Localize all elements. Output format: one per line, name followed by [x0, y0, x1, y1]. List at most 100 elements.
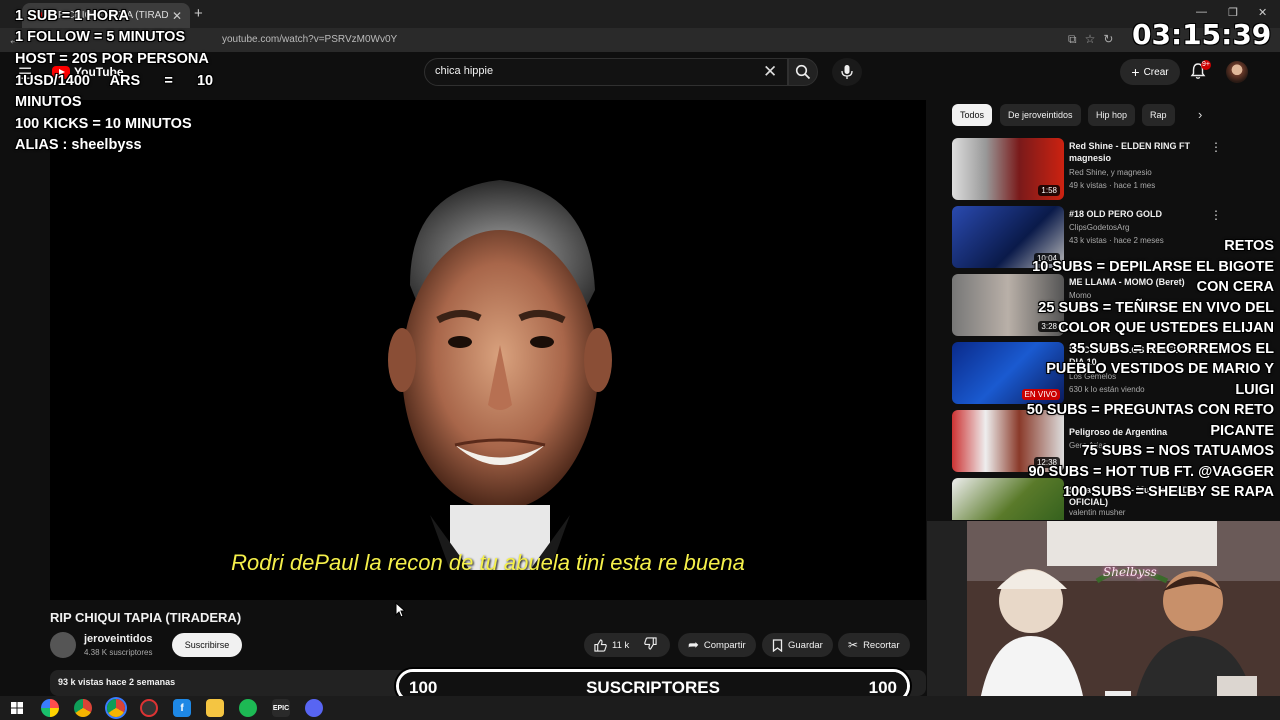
goal-label: SUSCRIPTORES — [586, 678, 720, 697]
like-count: 11 k — [612, 639, 630, 651]
overlay-minutos: MINUTOS — [15, 94, 82, 110]
url-text[interactable]: youtube.com/watch?v=PSRVzM0Wv0Y — [222, 34, 397, 45]
overlay-sub-rule: 1 SUB = 1 HORA — [15, 8, 130, 24]
user-avatar[interactable] — [1226, 61, 1248, 83]
goal-target: 100 — [868, 678, 897, 697]
chip-de-jeroveintidos[interactable]: De jeroveintidos — [1000, 104, 1081, 126]
retos-line: PUEBLO VESTIDOS DE MARIO Y — [1046, 361, 1274, 377]
video-thumbnail[interactable]: 1:58 — [952, 138, 1064, 200]
tab-close-icon[interactable]: ✕ — [172, 9, 182, 23]
dislike-button[interactable] — [644, 637, 657, 653]
chevron-right-icon[interactable]: › — [1198, 107, 1202, 122]
more-options-icon[interactable]: ⋮ — [1210, 208, 1222, 222]
chip-rap[interactable]: Rap — [1142, 104, 1175, 126]
video-frame-portrait — [388, 180, 612, 570]
browser-tab-bar: RIP CHIQUI TAPIA (TIRADERA) ✕ + — ❐ ✕ — [0, 0, 1280, 28]
retos-line: PICANTE — [1210, 422, 1274, 439]
notification-badge: 9+ — [1201, 60, 1211, 70]
microphone-icon — [841, 65, 853, 79]
plus-icon: + — [1131, 64, 1140, 80]
recommended-video-channel[interactable]: valentin musher — [1069, 508, 1125, 517]
overlay-kicks-rule: 100 KICKS = 10 MINUTOS — [15, 116, 192, 132]
obs-icon[interactable] — [140, 699, 158, 717]
retos-line: 50 SUBS = PREGUNTAS CON RETO — [1026, 402, 1274, 418]
overlay-follow-rule: 1 FOLLOW = 5 MINUTOS — [15, 29, 186, 45]
retos-line: 75 SUBS = NOS TATUAMOS — [1081, 443, 1274, 459]
recommended-video-title[interactable]: #18 OLD PERO GOLD — [1069, 208, 1214, 220]
channel-name[interactable]: jeroveintidos — [84, 633, 152, 645]
recommended-video-stats: 49 k vistas · hace 1 mes — [1069, 181, 1156, 190]
overlay-usd-rule: 1USD/1400 ARS = 10 — [15, 73, 214, 89]
share-button[interactable]: ➦ Compartir — [678, 633, 756, 657]
channel-subscriber-count: 4.38 K suscriptores — [84, 648, 153, 657]
webcam-overlay: Shelbyss — [927, 521, 1280, 720]
search-box[interactable]: ✕ — [424, 58, 788, 86]
facebook-icon[interactable]: f — [173, 699, 191, 717]
chrome-icon[interactable] — [74, 699, 92, 717]
video-player[interactable]: Rodri dePaul la recon de tu abuela tini … — [50, 100, 926, 600]
save-label: Guardar — [788, 639, 823, 651]
thumbs-up-icon — [594, 638, 607, 652]
discord-icon[interactable] — [305, 699, 323, 717]
create-label: Crear — [1143, 66, 1169, 78]
channel-avatar[interactable] — [50, 632, 76, 658]
spotify-icon[interactable] — [239, 699, 257, 717]
webcam-neon-sign: Shelbyss — [1103, 565, 1157, 579]
minimize-icon[interactable]: — — [1196, 6, 1207, 18]
scissors-icon: ✂ — [848, 638, 859, 652]
voice-search-button[interactable] — [832, 58, 862, 86]
chip-hip-hop[interactable]: Hip hop — [1088, 104, 1136, 126]
share-label: Compartir — [703, 639, 746, 651]
subscribe-button[interactable]: Suscribirse — [172, 633, 242, 657]
retos-line: CON CERA — [1196, 279, 1274, 295]
address-bar-icons: ⧉ ☆ ↻ — [1068, 32, 1113, 47]
file-explorer-icon[interactable] — [206, 699, 224, 717]
recommended-video-channel[interactable]: ClipsGodetosArg — [1069, 223, 1129, 232]
reload-icon[interactable]: ↻ — [1103, 32, 1113, 47]
new-tab-icon[interactable]: + — [194, 5, 203, 22]
retos-line: RETOS — [1224, 238, 1274, 254]
overlay-alias: ALIAS : sheelbyss — [15, 137, 142, 153]
chip-todos[interactable]: Todos — [952, 104, 993, 126]
retos-line: 90 SUBS = HOT TUB FT. @VAGGER — [1028, 463, 1274, 480]
mouse-cursor-icon — [395, 602, 405, 618]
retos-line: 25 SUBS = TEÑIRSE EN VIVO DEL — [1038, 299, 1274, 316]
windows-start-icon[interactable] — [8, 699, 26, 717]
recommended-video-channel[interactable]: Red Shine, y magnesio — [1069, 168, 1152, 177]
retos-line: 100 SUBS = SHELBY SE RAPA — [1063, 484, 1274, 500]
retos-line: 35 SUBS = RECORREMOS EL — [1068, 340, 1274, 357]
windows-taskbar: f EPIC — [0, 696, 1280, 720]
share-arrow-icon: ➦ — [688, 637, 699, 652]
copilot-icon[interactable] — [41, 699, 59, 717]
subathon-timer: 03:15:39 — [1132, 18, 1272, 51]
video-title: RIP CHIQUI TAPIA (TIRADERA) — [50, 610, 242, 625]
video-duration: 1:58 — [1038, 185, 1060, 196]
retos-line: 10 SUBS = DEPILARSE EL BIGOTE — [1032, 258, 1274, 275]
overlay-host-rule: HOST = 20S POR PERSONA — [15, 51, 209, 67]
save-button[interactable]: Guardar — [762, 633, 833, 657]
search-input[interactable] — [435, 65, 735, 77]
recommended-video[interactable]: 1:58 Red Shine - ELDEN RING FT magnesio … — [952, 138, 1242, 202]
clip-button[interactable]: ✂ Recortar — [838, 633, 910, 657]
thumbs-down-icon — [644, 637, 657, 650]
search-button[interactable] — [788, 58, 818, 86]
video-subtitle: Rodri dePaul la recon de tu abuela tini … — [231, 550, 745, 575]
clear-search-icon[interactable]: ✕ — [763, 62, 777, 82]
epic-games-icon[interactable]: EPIC — [272, 699, 290, 717]
like-button[interactable]: 11 k — [594, 638, 630, 652]
retos-line: COLOR QUE USTEDES ELIJAN — [1058, 320, 1274, 336]
retos-line: LUIGI — [1235, 381, 1274, 398]
clip-label: Recortar — [863, 639, 900, 651]
bookmark-icon — [772, 638, 783, 652]
bookmark-star-icon[interactable]: ☆ — [1085, 32, 1096, 47]
recommended-video-title[interactable]: Red Shine - ELDEN RING FT magnesio — [1069, 140, 1214, 164]
create-button[interactable]: + Crear — [1120, 59, 1180, 85]
webcam-scene — [927, 521, 1280, 720]
chrome-active-icon[interactable] — [107, 699, 125, 717]
more-options-icon[interactable]: ⋮ — [1210, 140, 1222, 154]
retos-overlay: RETOS 10 SUBS = DEPILARSE EL BIGOTE CON … — [1027, 236, 1274, 503]
search-icon — [795, 64, 811, 80]
extensions-icon[interactable]: ⧉ — [1068, 32, 1077, 47]
goal-current: 100 — [409, 678, 438, 697]
video-views-date: 93 k vistas hace 2 semanas — [58, 677, 176, 687]
